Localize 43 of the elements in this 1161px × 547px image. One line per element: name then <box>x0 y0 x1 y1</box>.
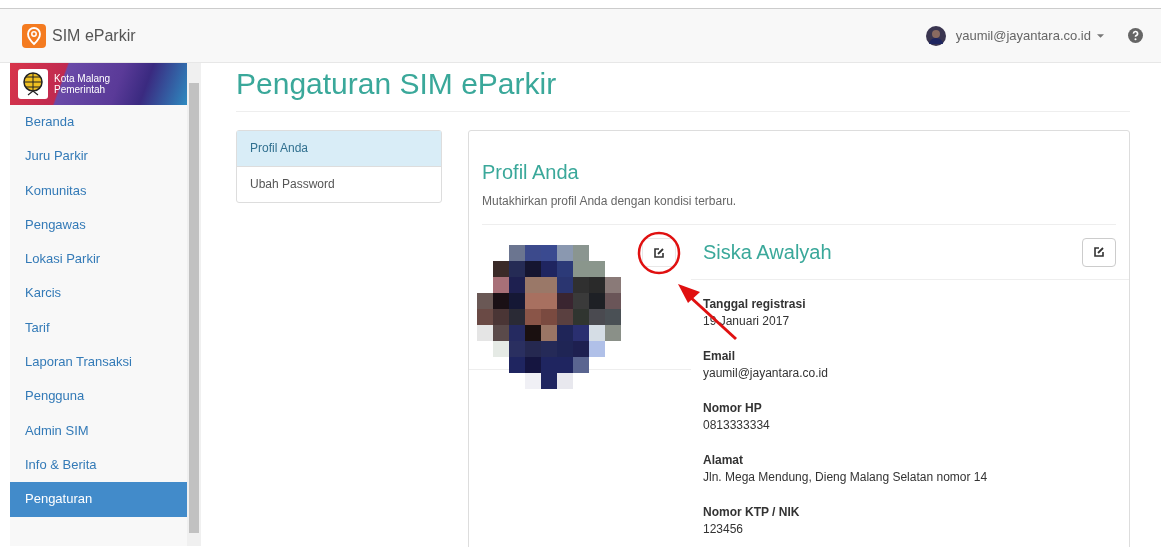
annotation-circle <box>637 231 681 275</box>
field-label: Email <box>703 349 736 363</box>
sidebar-item[interactable]: Info & Berita <box>10 447 187 483</box>
sidebar-item[interactable]: Juru Parkir <box>10 139 187 174</box>
emblem-icon <box>18 69 48 99</box>
sidebar-item[interactable]: Pengawas <box>10 207 187 243</box>
panel-subtitle: Mutakhirkan profil Anda dengan kondisi terbaru. <box>482 194 738 208</box>
field-value: Jln. Mega Mendung, Dieng Malang Selatan nomor 14 <box>703 470 989 484</box>
field-value: 0813333334 <box>703 418 771 432</box>
sidebar-item[interactable]: Laporan Transaksi <box>10 345 187 380</box>
field-label: Nomor KTP / NIK <box>703 505 801 519</box>
user-menu[interactable]: yaumil@jayantara.co.id <box>955 28 1091 43</box>
field-label: Alamat <box>703 453 744 467</box>
field-value: 123456 <box>703 522 745 536</box>
field-label: Tanggal registrasi <box>703 297 807 311</box>
edit-icon <box>653 246 665 259</box>
scrollbar[interactable] <box>187 63 201 546</box>
profile-name: Siska Awalyah <box>703 240 832 264</box>
sidebar-item[interactable]: Admin SIM <box>10 413 187 448</box>
caret-icon <box>1097 33 1104 38</box>
city-name: Kota Malang <box>54 73 111 84</box>
panel-title: Profil Anda <box>482 161 580 184</box>
page-title: Pengaturan SIM eParkir <box>236 67 1130 112</box>
settings-menu-item[interactable]: Profil Anda <box>237 131 441 167</box>
sidebar-item[interactable]: Tarif <box>10 310 187 346</box>
sidebar-item[interactable]: Pengguna <box>10 379 187 414</box>
map-pin-logo-icon <box>22 23 46 48</box>
field-value: yaumil@jayantara.co.id <box>703 366 829 380</box>
sidebar-item[interactable]: Pengaturan <box>10 482 187 517</box>
scrollbar-thumb[interactable] <box>189 83 199 533</box>
sidebar-item[interactable]: Karcis <box>10 276 187 311</box>
settings-menu-item[interactable]: Ubah Password <box>237 167 441 202</box>
sidebar-item[interactable]: Beranda <box>10 105 187 140</box>
app-brand[interactable]: SIM eParkir <box>52 26 136 45</box>
sidebar-item[interactable]: Lokasi Parkir <box>10 242 187 277</box>
help-icon[interactable] <box>1128 28 1143 43</box>
edit-photo-button[interactable] <box>642 238 676 267</box>
field-label: Nomor HP <box>703 401 763 415</box>
sidebar-item[interactable]: Komunitas <box>10 173 187 208</box>
edit-icon <box>1093 246 1105 258</box>
edit-profile-button[interactable] <box>1082 237 1116 267</box>
banner-subtitle: Pemerintah <box>54 84 106 95</box>
user-avatar-icon <box>925 25 946 46</box>
